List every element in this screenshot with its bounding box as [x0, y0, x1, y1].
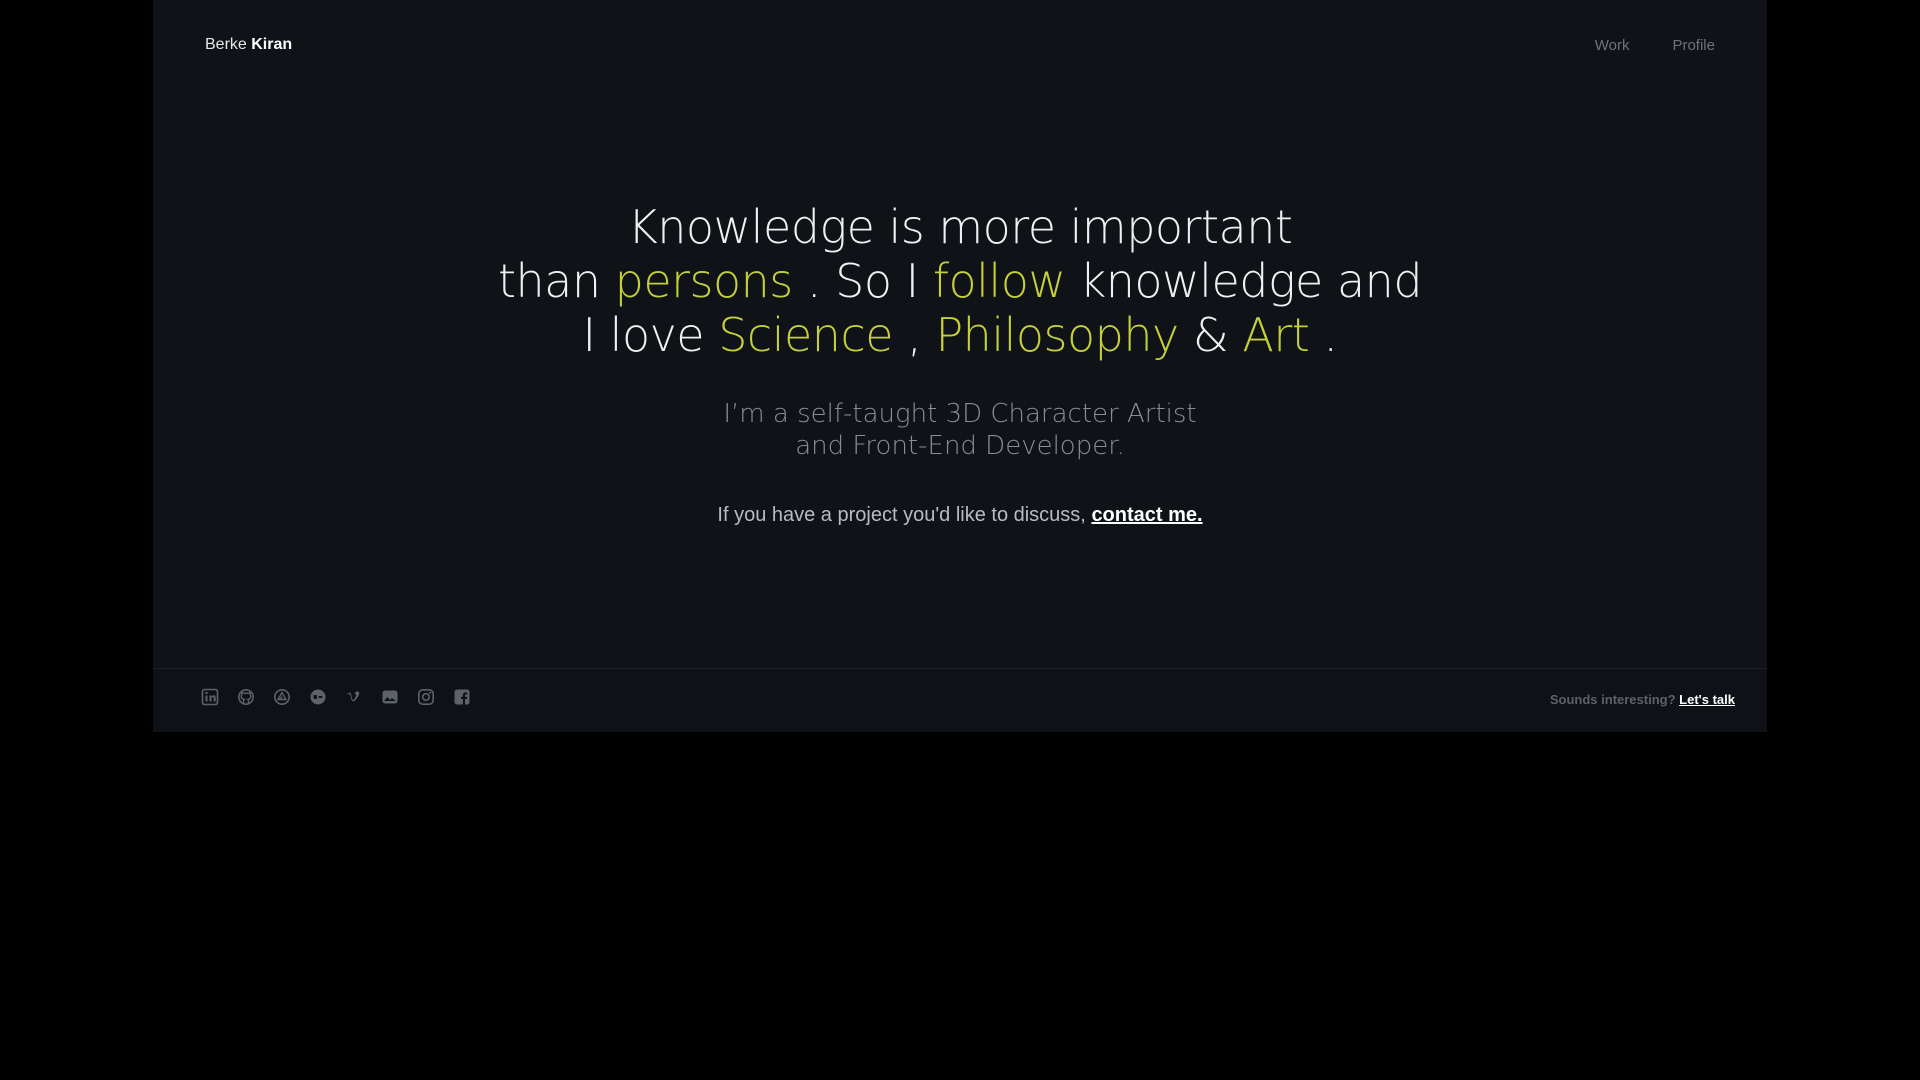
footer: Sounds interesting? Let's talk [153, 668, 1767, 732]
instagram-icon[interactable] [417, 688, 435, 706]
brand-logo[interactable]: Berke Kiran [205, 36, 292, 54]
header: Berke Kiran Work Profile [153, 0, 1767, 90]
behance-icon[interactable] [309, 688, 327, 706]
contact-link[interactable]: contact me. [1091, 504, 1202, 526]
main-nav: Work Profile [1595, 37, 1715, 54]
linkedin-icon[interactable] [201, 688, 219, 706]
social-links [201, 688, 471, 706]
vimeo-icon[interactable] [345, 688, 363, 706]
photo-icon[interactable] [381, 688, 399, 706]
subtitle-line-2: and Front-End Developer. [795, 431, 1125, 461]
headline-text: I love [582, 308, 705, 362]
headline-text: . So I [806, 254, 919, 308]
page-container: Berke Kiran Work Profile Knowledge is mo… [153, 0, 1767, 732]
headline-line-1: Knowledge is more important [627, 200, 1293, 254]
nav-work[interactable]: Work [1595, 37, 1630, 54]
hero: Knowledge is more important than persons… [153, 200, 1767, 527]
headline-text: & [1192, 308, 1229, 362]
highlight-follow: follow [932, 254, 1066, 308]
highlight-persons: persons [614, 254, 794, 308]
github-icon[interactable] [237, 688, 255, 706]
headline-text: than [497, 254, 601, 308]
artstation-icon[interactable] [273, 688, 291, 706]
brand-first-name: Berke [205, 36, 247, 53]
subtitle: I’m a self-taught 3D Character Artist an… [153, 398, 1767, 462]
highlight-philosophy: Philosophy [935, 308, 1179, 362]
lets-talk: Sounds interesting? Let's talk [1550, 692, 1735, 707]
contact-prompt-text: If you have a project you'd like to disc… [717, 504, 1086, 526]
highlight-science: Science [718, 308, 894, 362]
headline-text: , [907, 308, 922, 362]
headline: Knowledge is more important than persons… [153, 200, 1767, 362]
lets-talk-link[interactable]: Let's talk [1679, 692, 1735, 707]
brand-last-name: Kiran [251, 36, 293, 53]
highlight-art: Art [1242, 308, 1310, 362]
facebook-icon[interactable] [453, 688, 471, 706]
headline-text: . [1323, 308, 1338, 362]
nav-profile[interactable]: Profile [1672, 37, 1715, 54]
headline-text: knowledge and [1079, 254, 1423, 308]
contact-prompt: If you have a project you'd like to disc… [153, 504, 1767, 527]
subtitle-line-1: I’m a self-taught 3D Character Artist [723, 399, 1197, 429]
talk-text: Sounds interesting? [1549, 692, 1676, 707]
